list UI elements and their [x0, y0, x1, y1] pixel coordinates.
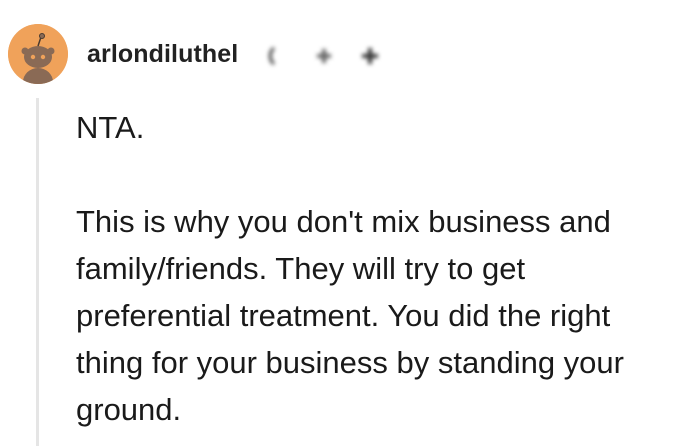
user-avatar[interactable] [8, 24, 68, 84]
comment-body: NTA. This is why you don't mix business … [76, 104, 686, 433]
user-badges [265, 46, 385, 66]
snoo-avatar-icon [8, 24, 68, 84]
award-icon [268, 46, 276, 66]
thread-line[interactable] [36, 98, 39, 446]
username[interactable]: arlondiluthel [87, 40, 238, 69]
comment-verdict: NTA. [76, 110, 145, 145]
comment-text: This is why you don't mix business and f… [76, 204, 624, 427]
award-icon [362, 48, 378, 64]
comment: arlondiluthel NTA. This is why you don't… [0, 0, 700, 446]
award-icon [317, 49, 331, 63]
